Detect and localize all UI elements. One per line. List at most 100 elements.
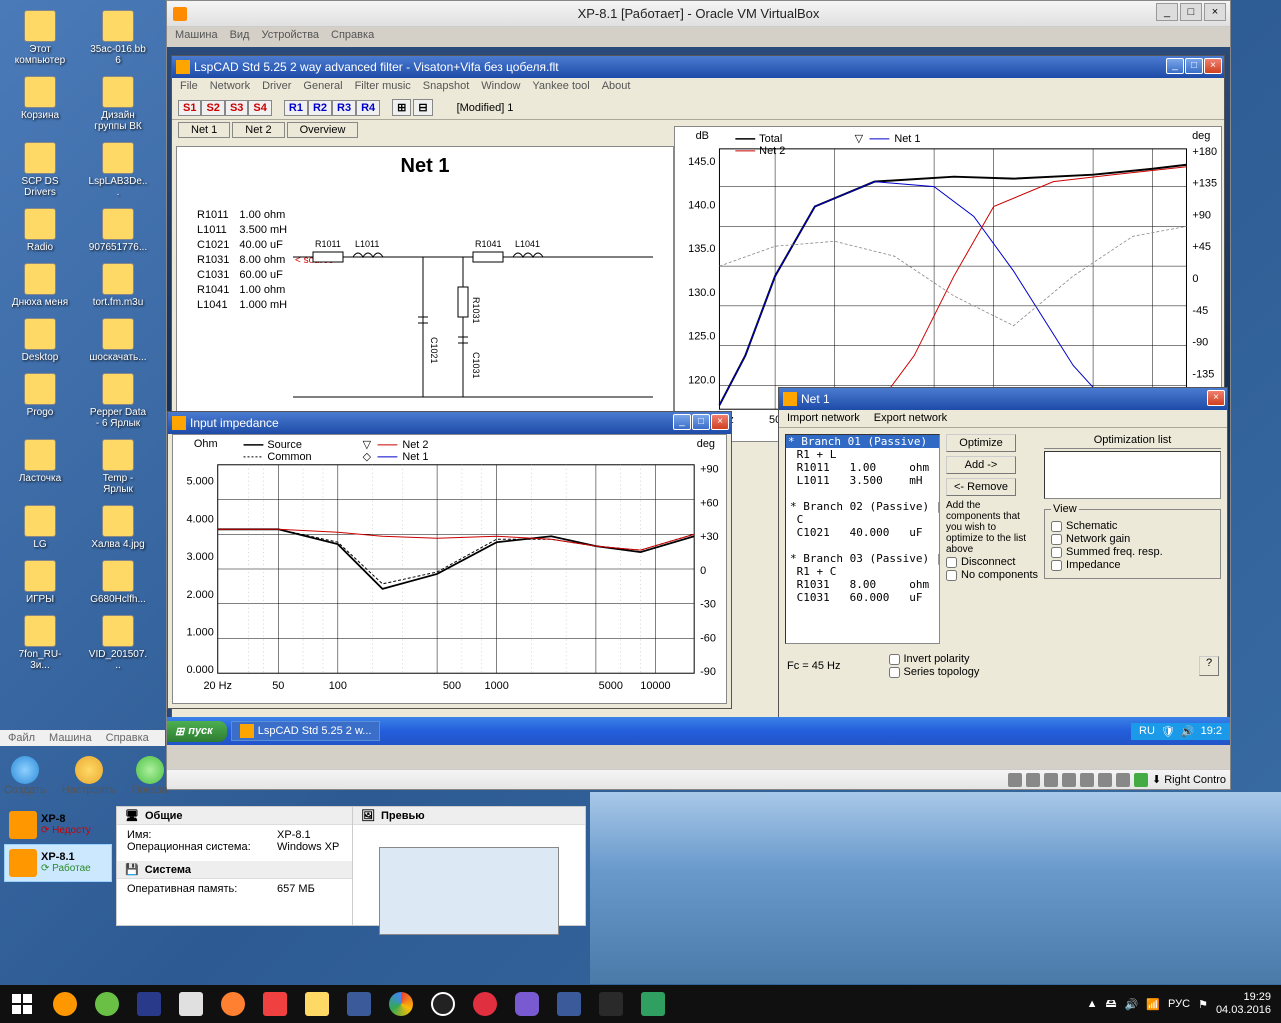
desktop-icon[interactable]: шоскачать...	[88, 318, 148, 363]
desktop-icon[interactable]: tort.fm.m3u	[88, 263, 148, 308]
close-button[interactable]: ×	[711, 414, 729, 430]
taskbar-app-explorer[interactable]	[297, 988, 337, 1020]
maximize-button[interactable]: □	[1180, 3, 1202, 21]
taskbar-app[interactable]	[549, 988, 589, 1020]
usb-icon[interactable]	[1062, 773, 1076, 787]
menu-item[interactable]: Window	[481, 80, 520, 94]
desktop-icon[interactable]: Pepper Data - 6 Ярлык	[88, 373, 148, 429]
optical-icon[interactable]	[1026, 773, 1040, 787]
tray-icon[interactable]: 🔊	[1181, 725, 1195, 738]
tray-icon[interactable]: ⚑	[1198, 998, 1208, 1011]
desktop-icon[interactable]: LG	[10, 505, 70, 550]
net-tab[interactable]: Overview	[287, 122, 359, 138]
taskbar-app[interactable]	[255, 988, 295, 1020]
s-button[interactable]: S4	[248, 100, 271, 116]
view-checkbox[interactable]	[1051, 521, 1062, 532]
taskbar-app-aimp[interactable]	[45, 988, 85, 1020]
desktop-icon[interactable]: Progo	[10, 373, 70, 429]
r-button[interactable]: R4	[356, 100, 380, 116]
s-button[interactable]: S1	[178, 100, 201, 116]
menu-item[interactable]: Справка	[331, 29, 374, 45]
view-checkbox[interactable]	[1051, 560, 1062, 571]
close-button[interactable]: ×	[1204, 3, 1226, 21]
menu-item[interactable]: Вид	[230, 29, 250, 45]
win8-lang-indicator[interactable]: РУС	[1168, 998, 1190, 1010]
menu-item[interactable]: Network	[210, 80, 250, 94]
taskbar-app-wmp[interactable]	[213, 988, 253, 1020]
desktop-icon[interactable]: G680Hclfh...	[88, 560, 148, 605]
optimization-list[interactable]	[1044, 451, 1221, 499]
mouse-integration-icon[interactable]	[1134, 773, 1148, 787]
taskbar-app[interactable]	[423, 988, 463, 1020]
taskbar-app-notepad[interactable]	[171, 988, 211, 1020]
new-vm-button[interactable]: Создать	[4, 756, 46, 796]
disconnect-checkbox[interactable]	[946, 557, 957, 568]
component-list[interactable]: * Branch 01 (Passive) _* R1 + L R1011 1.…	[785, 434, 940, 644]
xp-start-button[interactable]: ⊞ пуск	[167, 721, 227, 742]
s-button[interactable]: S2	[201, 100, 224, 116]
lspcad-titlebar[interactable]: LspCAD Std 5.25 2 way advanced filter - …	[172, 56, 1224, 78]
invert-polarity-checkbox[interactable]	[889, 654, 900, 665]
settings-button[interactable]: Настроить	[62, 756, 116, 796]
desktop-icon[interactable]: VID_201507...	[88, 615, 148, 671]
desktop-icon[interactable]: Днюха меня	[10, 263, 70, 308]
menu-item[interactable]: Машина	[175, 29, 218, 45]
tool-button[interactable]: ⊞	[392, 99, 411, 116]
menu-item[interactable]: Машина	[49, 732, 92, 744]
win8-start-button[interactable]	[0, 985, 44, 1023]
r-button[interactable]: R3	[332, 100, 356, 116]
desktop-icon[interactable]: Ласточка	[10, 439, 70, 495]
close-button[interactable]: ×	[1207, 390, 1225, 406]
shared-folder-icon[interactable]	[1080, 773, 1094, 787]
remove-button[interactable]: <- Remove	[946, 478, 1016, 496]
tray-icon[interactable]: 🔊	[1125, 998, 1139, 1011]
recording-icon[interactable]	[1116, 773, 1130, 787]
xp-system-tray[interactable]: RU 🛡 🔊 19:2	[1131, 723, 1230, 740]
disk-icon[interactable]	[1008, 773, 1022, 787]
desktop-icon[interactable]: 35ас-016.bb6	[88, 10, 148, 66]
taskbar-app-viber[interactable]	[507, 988, 547, 1020]
xp-taskbar-item[interactable]: LspCAD Std 5.25 2 w...	[231, 721, 381, 741]
menu-item[interactable]: Yankee tool	[532, 80, 589, 94]
show-button[interactable]: Показа	[132, 756, 168, 796]
taskbar-app-opera[interactable]	[465, 988, 505, 1020]
tray-icon[interactable]: 🖴	[1106, 995, 1117, 1014]
net1-titlebar[interactable]: Net 1 ×	[779, 388, 1227, 410]
vm-list-item[interactable]: XP-8⟳ Недосту	[4, 806, 112, 844]
taskbar-app-chrome[interactable]	[381, 988, 421, 1020]
desktop-icon[interactable]: 7fon_RU-3и...	[10, 615, 70, 671]
menu-item[interactable]: Устройства	[261, 29, 319, 45]
menu-item[interactable]: General	[303, 80, 342, 94]
net-tab[interactable]: Net 1	[178, 122, 230, 138]
desktop-icon[interactable]: Этот компьютер	[10, 10, 70, 66]
desktop-icon[interactable]: 907651776...	[88, 208, 148, 253]
tray-expand-icon[interactable]: ▲	[1087, 998, 1098, 1010]
desktop-icon[interactable]: ИГРЫ	[10, 560, 70, 605]
taskbar-app-utorrent[interactable]	[87, 988, 127, 1020]
menu-item[interactable]: About	[602, 80, 631, 94]
maximize-button[interactable]: □	[692, 414, 710, 430]
close-button[interactable]: ×	[1204, 58, 1222, 74]
taskbar-app[interactable]	[633, 988, 673, 1020]
vm-preview-thumbnail[interactable]	[379, 847, 559, 935]
r-button[interactable]: R1	[284, 100, 308, 116]
taskbar-app-totalcmd[interactable]	[129, 988, 169, 1020]
import-network-menu[interactable]: Import network	[787, 412, 860, 425]
minimize-button[interactable]: _	[1156, 3, 1178, 21]
display-icon[interactable]	[1098, 773, 1112, 787]
menu-item[interactable]: Snapshot	[423, 80, 469, 94]
taskbar-app[interactable]	[591, 988, 631, 1020]
imp-titlebar[interactable]: Input impedance _ □ ×	[168, 412, 731, 434]
desktop-icon[interactable]: SCP DS Drivers	[10, 142, 70, 198]
menu-item[interactable]: Справка	[106, 732, 149, 744]
desktop-icon[interactable]: Desktop	[10, 318, 70, 363]
maximize-button[interactable]: □	[1185, 58, 1203, 74]
desktop-icon[interactable]: Дизайн группы ВК	[88, 76, 148, 132]
xp-clock[interactable]: 19:2	[1201, 725, 1222, 737]
add-button[interactable]: Add ->	[946, 456, 1016, 474]
menu-item[interactable]: Filter music	[355, 80, 411, 94]
tool-button[interactable]: ⊟	[413, 99, 432, 116]
tray-icon[interactable]: 📶	[1146, 998, 1160, 1011]
minimize-button[interactable]: _	[673, 414, 691, 430]
s-button[interactable]: S3	[225, 100, 248, 116]
